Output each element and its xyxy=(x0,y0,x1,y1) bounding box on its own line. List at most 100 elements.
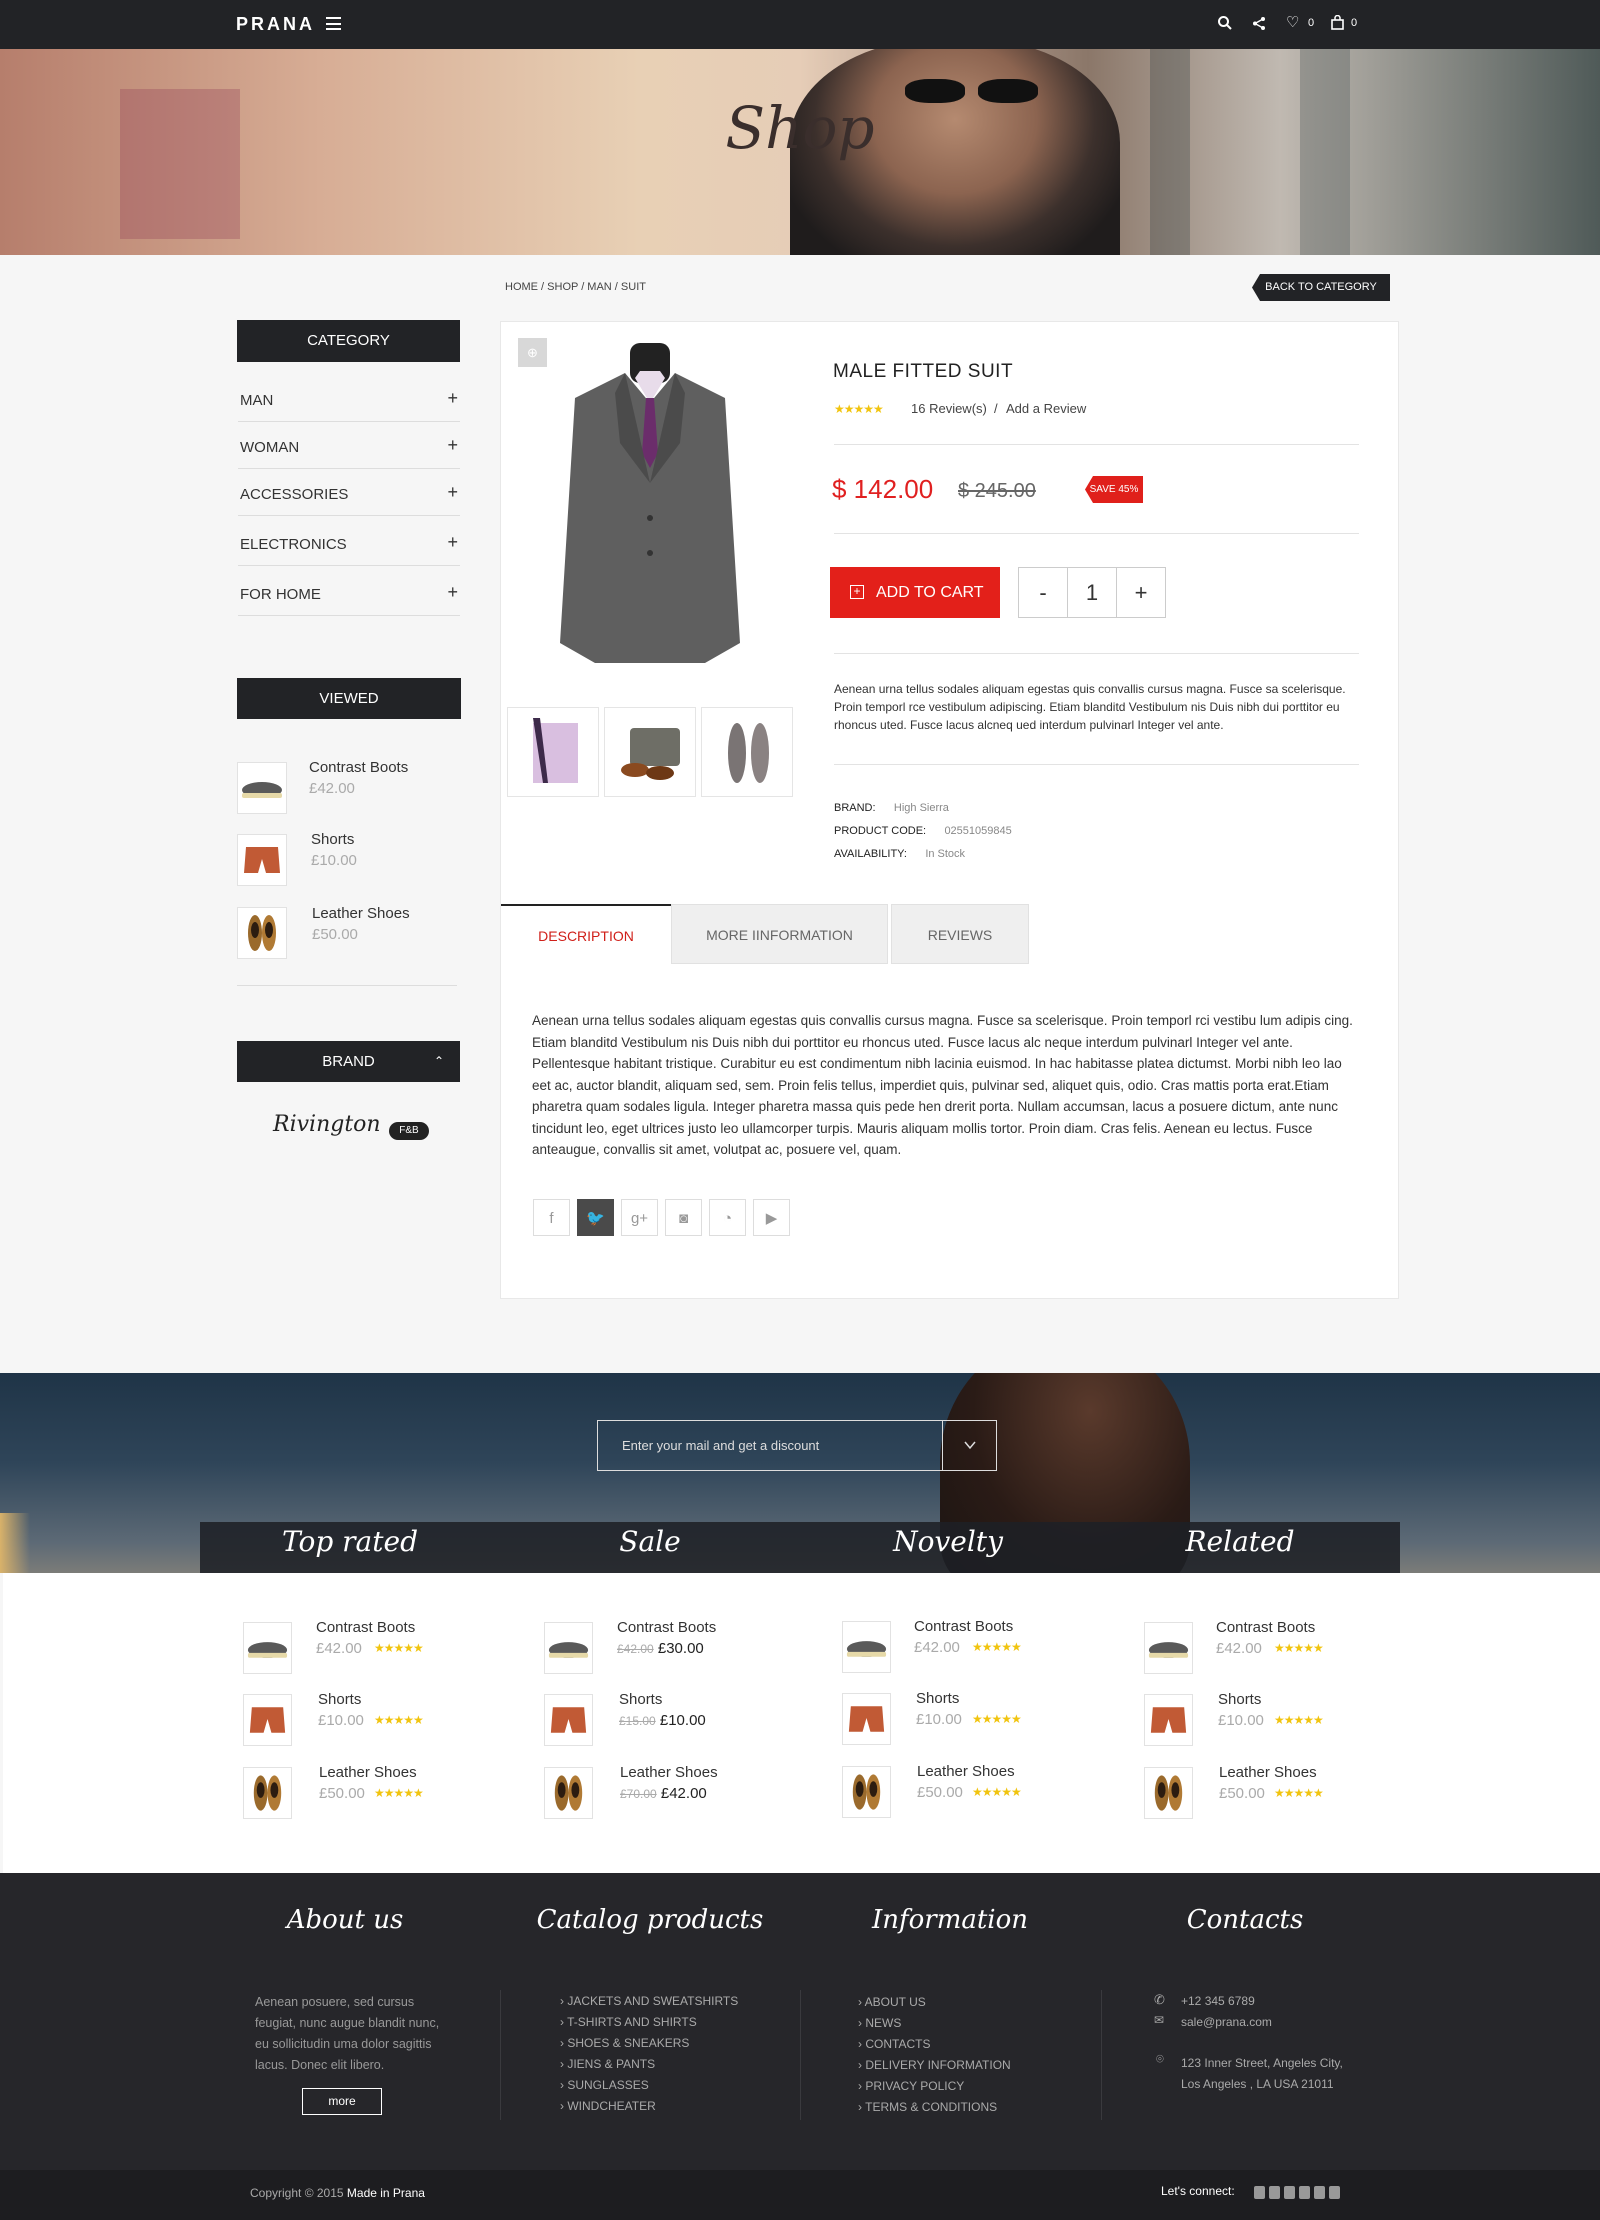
footer-link-info[interactable]: TERMS & CONDITIONS xyxy=(858,2097,997,2118)
sidebar-item-electronics[interactable]: ELECTRONICS + xyxy=(238,522,460,566)
search-icon[interactable] xyxy=(1217,15,1233,31)
plus-icon[interactable]: + xyxy=(447,435,458,456)
list-item-name[interactable]: Leather Shoes xyxy=(620,1764,718,1781)
list-thumb-leather-shoes[interactable] xyxy=(243,1767,292,1819)
tab-description[interactable]: DESCRIPTION xyxy=(501,904,671,964)
viewed-thumb-leather-shoes[interactable] xyxy=(237,907,287,959)
list-thumb-boots[interactable] xyxy=(243,1622,292,1674)
list-item-name[interactable]: Contrast Boots xyxy=(617,1619,716,1636)
add-review-link[interactable]: Add a Review xyxy=(1006,401,1086,416)
list-thumb-leather-shoes[interactable] xyxy=(842,1766,891,1818)
newsletter-email-input[interactable]: Enter your mail and get a discount xyxy=(597,1420,997,1471)
list-thumb-leather-shoes[interactable] xyxy=(544,1767,593,1819)
add-to-cart-button[interactable]: + ADD TO CART xyxy=(830,567,1000,618)
newsletter-submit-button[interactable] xyxy=(942,1420,997,1471)
app-icon[interactable] xyxy=(1329,2186,1340,2199)
qty-input[interactable]: 1 xyxy=(1067,567,1117,618)
sidebar-item-accessories[interactable]: ACCESSORIES + xyxy=(238,472,460,516)
list-item-price: £10.00 xyxy=(916,1711,962,1728)
site-logo[interactable]: PRANA xyxy=(236,14,315,35)
sidebar-item-for-home[interactable]: FOR HOME + xyxy=(238,572,460,616)
list-thumb-boots[interactable] xyxy=(842,1621,891,1673)
google-plus-icon[interactable]: g+ xyxy=(621,1199,658,1236)
vimeo-icon[interactable] xyxy=(1284,2186,1295,2199)
list-thumb-boots[interactable] xyxy=(544,1622,593,1674)
viewed-thumb-shorts[interactable] xyxy=(237,834,287,886)
viewed-name[interactable]: Contrast Boots xyxy=(309,759,408,776)
list-item-name[interactable]: Contrast Boots xyxy=(914,1618,1013,1635)
more-button[interactable]: more xyxy=(302,2088,382,2115)
twitter-icon[interactable] xyxy=(1269,2186,1280,2199)
brand-logo-rivington[interactable]: Rivington xyxy=(273,1112,381,1137)
footer-link-info[interactable]: PRIVACY POLICY xyxy=(858,2076,964,2097)
tab-more-information[interactable]: MORE IINFORMATION xyxy=(671,904,888,964)
list-item-name[interactable]: Shorts xyxy=(318,1691,361,1708)
plus-icon[interactable]: + xyxy=(447,482,458,503)
linkedin-icon[interactable] xyxy=(1314,2186,1325,2199)
list-thumb-shorts[interactable] xyxy=(1144,1694,1193,1746)
made-in-link[interactable]: Made in Prana xyxy=(347,2186,425,2200)
meta-value[interactable]: High Sierra xyxy=(894,802,949,814)
footer-link-catalog[interactable]: WINDCHEATER xyxy=(560,2096,655,2117)
rss-icon[interactable]: ◔ xyxy=(709,1199,746,1236)
footer-link-catalog[interactable]: JIENS & PANTS xyxy=(560,2054,655,2075)
list-item-name[interactable]: Contrast Boots xyxy=(316,1619,415,1636)
tab-reviews[interactable]: REVIEWS xyxy=(891,904,1029,964)
copyright-text: Copyright © 2015 xyxy=(250,2186,344,2200)
instagram-icon[interactable] xyxy=(1299,2186,1310,2199)
copyright: Copyright © 2015 Made in Prana xyxy=(250,2186,425,2200)
footer-link-catalog[interactable]: T-SHIRTS AND SHIRTS xyxy=(560,2012,697,2033)
footer-link-catalog[interactable]: JACKETS AND SWEATSHIRTS xyxy=(560,1991,738,2012)
list-item-name[interactable]: Shorts xyxy=(1218,1691,1261,1708)
review-count[interactable]: 16 Review(s) xyxy=(911,401,987,416)
tumblr-icon[interactable] xyxy=(1254,2186,1265,2199)
qty-plus-button[interactable]: + xyxy=(1116,567,1166,618)
list-thumb-shorts[interactable] xyxy=(243,1694,292,1746)
back-to-category-button[interactable]: BACK TO CATEGORY xyxy=(1252,274,1390,301)
footer-link-info[interactable]: ABOUT US xyxy=(858,1992,926,2013)
gallery-thumb-bag-shoes[interactable] xyxy=(604,707,696,797)
list-item-name[interactable]: Contrast Boots xyxy=(1216,1619,1315,1636)
breadcrumb[interactable]: HOME / SHOP / MAN / SUIT xyxy=(505,281,646,293)
instagram-icon[interactable]: ◙ xyxy=(665,1199,702,1236)
footer-link-info[interactable]: DELIVERY INFORMATION xyxy=(858,2055,1010,2076)
footer-link-catalog[interactable]: SHOES & SNEAKERS xyxy=(560,2033,689,2054)
viewed-name[interactable]: Leather Shoes xyxy=(312,905,410,922)
viewed-name[interactable]: Shorts xyxy=(311,831,354,848)
list-thumb-boots[interactable] xyxy=(1144,1622,1193,1674)
gallery-thumb-shirt-tie[interactable] xyxy=(507,707,599,797)
list-thumb-leather-shoes[interactable] xyxy=(1144,1767,1193,1819)
gallery-thumb-shoes[interactable] xyxy=(701,707,793,797)
brand-dropdown[interactable]: BRAND ⌃ xyxy=(237,1041,460,1082)
product-main-image[interactable] xyxy=(555,343,745,673)
menu-icon[interactable] xyxy=(326,17,341,30)
footer-link-catalog[interactable]: SUNGLASSES xyxy=(560,2075,648,2096)
review-separator: / xyxy=(994,401,998,416)
plus-icon[interactable]: + xyxy=(447,532,458,553)
list-item-name[interactable]: Leather Shoes xyxy=(917,1763,1015,1780)
list-item-name[interactable]: Shorts xyxy=(619,1691,662,1708)
list-thumb-shorts[interactable] xyxy=(842,1693,891,1745)
share-icon[interactable] xyxy=(1252,16,1266,31)
facebook-icon[interactable]: f xyxy=(533,1199,570,1236)
footer-link-info[interactable]: NEWS xyxy=(858,2013,901,2034)
list-thumb-shorts[interactable] xyxy=(544,1694,593,1746)
plus-icon[interactable]: + xyxy=(447,582,458,603)
viewed-thumb-boots[interactable] xyxy=(237,762,287,814)
youtube-icon[interactable]: ▶ xyxy=(753,1199,790,1236)
bag-icon[interactable] xyxy=(1331,15,1344,30)
twitter-icon[interactable]: 🐦 xyxy=(577,1199,614,1236)
sidebar-item-man[interactable]: MAN + xyxy=(238,378,460,422)
qty-minus-button[interactable]: - xyxy=(1018,567,1068,618)
rating-stars: ★★★★★ xyxy=(1274,1641,1324,1655)
contact-phone[interactable]: +12 345 6789 xyxy=(1181,1991,1255,2011)
heart-icon[interactable]: ♡ xyxy=(1286,13,1299,31)
list-item-name[interactable]: Leather Shoes xyxy=(319,1764,417,1781)
plus-icon[interactable]: + xyxy=(447,388,458,409)
list-item-name[interactable]: Shorts xyxy=(916,1690,959,1707)
list-item-name[interactable]: Leather Shoes xyxy=(1219,1764,1317,1781)
sidebar-item-woman[interactable]: WOMAN + xyxy=(238,425,460,469)
footer-link-info[interactable]: CONTACTS xyxy=(858,2034,930,2055)
zoom-icon[interactable]: ⊕ xyxy=(518,338,547,367)
contact-email[interactable]: sale@prana.com xyxy=(1181,2012,1272,2032)
